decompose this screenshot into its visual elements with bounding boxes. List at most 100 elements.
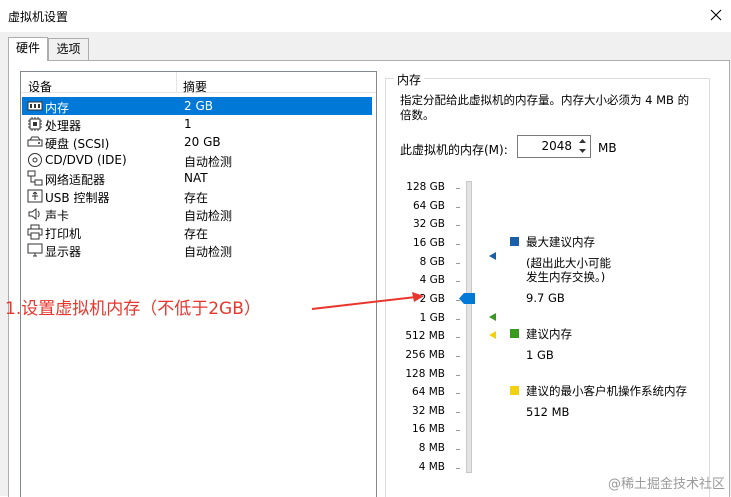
minimum-marker	[489, 331, 496, 339]
column-header-summary[interactable]: 摘要	[183, 78, 207, 95]
device-row-printer[interactable]: 打印机 存在	[22, 223, 372, 241]
cd-dvd-icon	[28, 153, 42, 167]
scale-label: 128 GB	[406, 181, 445, 193]
scale-label: 16 MB	[412, 423, 445, 436]
recommended-marker	[489, 313, 496, 321]
recommended-legend-title: 建议内存	[526, 327, 572, 341]
scale-label: 1 GB	[419, 311, 445, 324]
device-row-memory[interactable]: 内存 2 GB	[22, 97, 372, 115]
device-summary: 存在	[184, 227, 209, 241]
column-divider	[176, 72, 177, 93]
scale-label: 8 GB	[419, 255, 445, 268]
device-row-processor[interactable]: 处理器 1	[22, 115, 372, 133]
scale-tick	[456, 467, 460, 469]
memory-field-label: 此虚拟机的内存(M):	[400, 143, 508, 157]
scale-tick	[456, 225, 460, 227]
device-row-sound-card[interactable]: 声卡 自动检测	[22, 205, 372, 223]
recommended-legend-square	[510, 329, 519, 338]
max-legend-value: 9.7 GB	[526, 291, 565, 305]
scale-tick	[456, 281, 460, 283]
memory-group-label: 内存	[394, 71, 425, 88]
device-summary: 存在	[184, 191, 209, 205]
device-summary: 自动检测	[184, 245, 233, 259]
tab-hardware[interactable]: 硬件	[8, 37, 48, 61]
scale-tick	[456, 243, 460, 245]
printer-icon	[27, 224, 43, 240]
max-legend-title: 最大建议内存	[526, 235, 595, 249]
scale-label: 64 GB	[412, 199, 445, 212]
watermark: @稀土掘金技术社区	[607, 477, 725, 492]
memory-slider-track[interactable]	[466, 181, 472, 473]
scale-tick	[456, 411, 460, 413]
device-summary: 自动检测	[184, 155, 233, 169]
scale-label: 4 MB	[418, 460, 445, 473]
scale-label: 512 MB	[405, 330, 445, 343]
display-icon	[27, 243, 43, 257]
scale-label: 16 GB	[412, 236, 445, 249]
list-header: 设备 摘要	[21, 72, 376, 95]
memory-input[interactable]: 2048	[517, 135, 591, 158]
memory-value[interactable]: 2048	[518, 139, 572, 153]
device-row-harddisk[interactable]: 硬盘 (SCSI) 20 GB	[22, 133, 372, 151]
column-header-device[interactable]: 设备	[28, 78, 52, 95]
memory-icon	[27, 101, 43, 111]
device-summary: 2 GB	[184, 99, 213, 113]
title-bar: 虚拟机设置	[0, 0, 731, 32]
sound-card-icon	[28, 208, 40, 220]
chevron-up-icon	[578, 139, 586, 143]
processor-icon	[28, 117, 42, 131]
max-legend-note-2: 发生内存交换。)	[526, 270, 606, 284]
device-list[interactable]: 设备 摘要 内存 2 GB 处理器 1 硬盘 (SCSI) 20 GB CD/D…	[20, 71, 377, 497]
device-row-network-adapter[interactable]: 网络适配器 NAT	[22, 169, 372, 187]
tab-options[interactable]: 选项	[48, 38, 89, 60]
scale-tick	[456, 355, 460, 357]
scale-label: 64 MB	[412, 386, 445, 399]
spin-up-button[interactable]	[574, 136, 590, 146]
usb-icon	[27, 189, 43, 203]
device-name: CD/DVD (IDE)	[45, 153, 127, 167]
scale-label: 32 GB	[412, 218, 445, 231]
device-name: 打印机	[45, 227, 82, 241]
scale-tick	[456, 374, 460, 376]
scale-tick	[456, 430, 460, 432]
memory-slider-thumb[interactable]	[459, 293, 475, 304]
close-icon	[710, 9, 722, 21]
chevron-down-icon	[578, 149, 586, 153]
minimum-legend-square	[510, 386, 519, 395]
scale-tick	[456, 318, 460, 320]
device-name: 处理器	[45, 119, 82, 133]
device-summary: 自动检测	[184, 209, 233, 223]
scale-label: 4 GB	[419, 274, 445, 287]
device-row-cd-dvd[interactable]: CD/DVD (IDE) 自动检测	[22, 151, 372, 169]
scale-tick	[456, 262, 460, 264]
recommended-legend-value: 1 GB	[526, 348, 554, 362]
scale-label: 8 MB	[418, 442, 445, 455]
scale-tick	[456, 206, 460, 208]
close-button[interactable]	[701, 0, 731, 30]
max-legend-note-1: (超出此大小可能	[526, 256, 611, 270]
minimum-legend-value: 512 MB	[526, 405, 570, 419]
tab-hardware-label: 硬件	[15, 41, 40, 55]
device-summary: 1	[184, 117, 192, 131]
device-row-display[interactable]: 显示器 自动检测	[22, 241, 372, 259]
scale-tick	[456, 393, 460, 395]
device-summary: NAT	[184, 171, 208, 185]
window-title: 虚拟机设置	[8, 10, 69, 24]
memory-unit: MB	[598, 141, 617, 155]
device-name: 网络适配器	[45, 173, 106, 187]
device-summary: 20 GB	[184, 135, 221, 149]
minimum-legend-title: 建议的最小客户机操作系统内存	[526, 384, 687, 398]
device-name: 内存	[45, 101, 70, 115]
tab-options-label: 选项	[56, 42, 81, 56]
spin-down-button[interactable]	[574, 146, 590, 156]
device-row-usb[interactable]: USB 控制器 存在	[22, 187, 372, 205]
scale-tick	[456, 337, 460, 339]
scale-label: 32 MB	[412, 404, 445, 417]
device-name: 硬盘 (SCSI)	[45, 137, 110, 151]
max-legend-square	[510, 237, 519, 246]
max-recommended-marker	[489, 252, 496, 260]
scale-label: 2 GB	[419, 292, 445, 305]
scale-label: 256 MB	[405, 348, 445, 361]
scale-label: 128 MB	[405, 367, 445, 380]
memory-description: 指定分配给此虚拟机的内存量。内存大小必须为 4 MB 的倍数。	[400, 93, 690, 122]
